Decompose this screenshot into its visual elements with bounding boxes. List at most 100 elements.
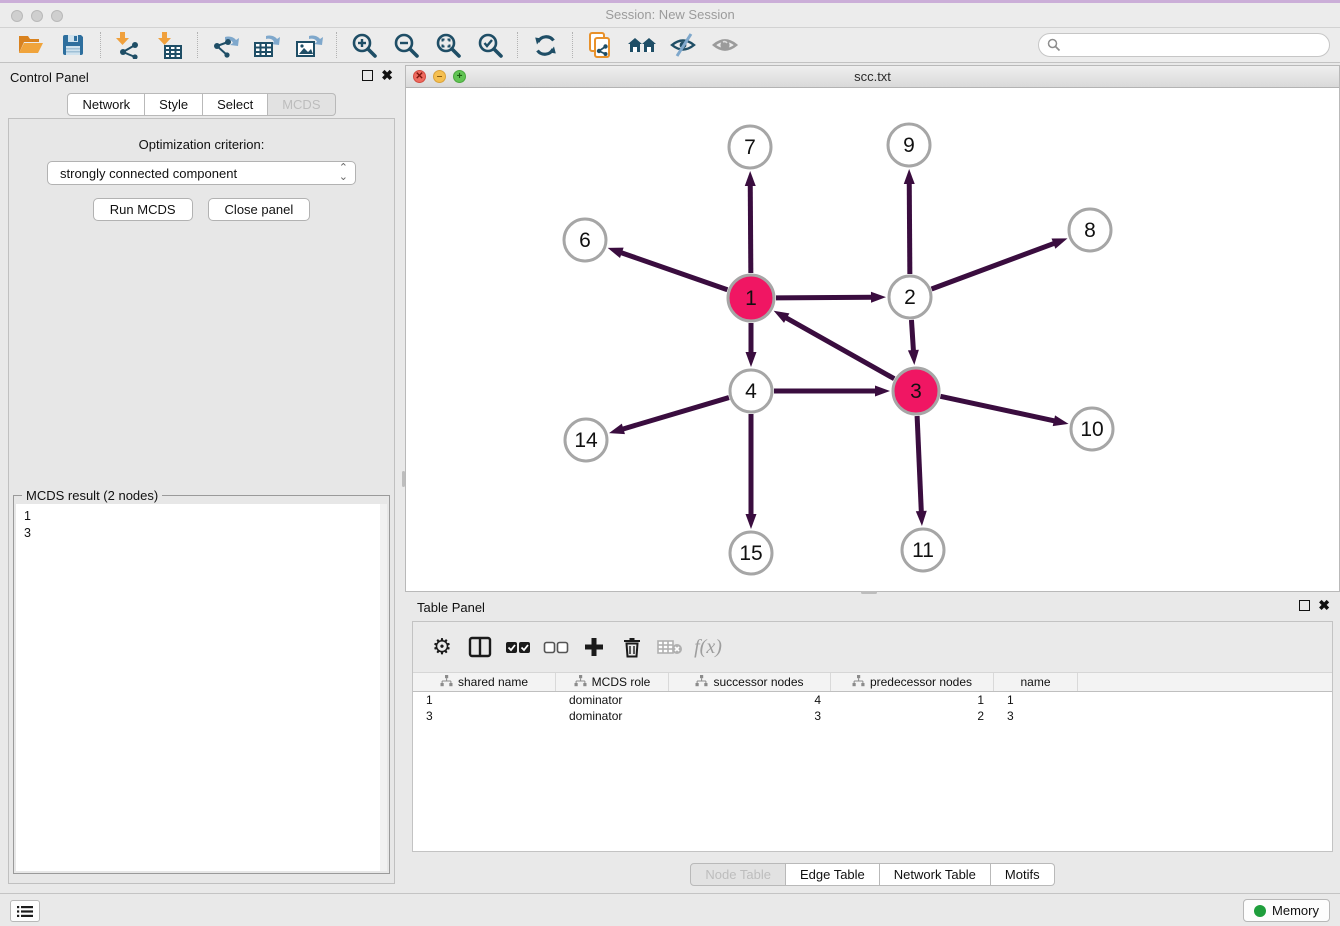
zoom-fit-icon[interactable] <box>433 31 463 59</box>
column-header-predecessor-nodes[interactable]: predecessor nodes <box>831 673 994 691</box>
column-header-successor-nodes[interactable]: successor nodes <box>669 673 831 691</box>
graph-node-11[interactable]: 11 <box>902 529 944 571</box>
graph-edge-1-4[interactable] <box>746 323 757 367</box>
table-cell: 2 <box>831 708 994 724</box>
column-header-name[interactable]: name <box>994 673 1078 691</box>
save-session-icon[interactable] <box>58 31 88 59</box>
graph-edge-1-2[interactable] <box>776 292 886 303</box>
mcds-result-textarea[interactable]: 13 <box>16 504 387 871</box>
toolbar-separator <box>517 32 518 58</box>
table-cell: 4 <box>669 692 831 708</box>
memory-button[interactable]: Memory <box>1243 899 1330 922</box>
memory-label: Memory <box>1272 903 1319 918</box>
node-table: shared nameMCDS rolesuccessor nodesprede… <box>413 672 1332 724</box>
search-input[interactable] <box>1065 38 1315 52</box>
graph-node-7[interactable]: 7 <box>729 126 771 168</box>
network-window: ✕ – + scc.txt 1 2 3 4 6 7 8 9 10 11 14 15 <box>405 65 1340 592</box>
column-header-MCDS-role[interactable]: MCDS role <box>556 673 669 691</box>
graph-node-8[interactable]: 8 <box>1069 209 1111 251</box>
graph-node-6[interactable]: 6 <box>564 219 606 261</box>
graph-edge-3-10[interactable] <box>940 396 1068 426</box>
graph-node-15[interactable]: 15 <box>730 532 772 574</box>
graph-node-3[interactable]: 3 <box>893 368 939 414</box>
graph-edge-2-9[interactable] <box>904 169 915 274</box>
list-icon <box>17 905 33 918</box>
tab-node-table[interactable]: Node Table <box>690 863 786 886</box>
graph-node-2[interactable]: 2 <box>889 276 931 318</box>
close-table-panel-icon[interactable]: ✖ <box>1318 600 1330 611</box>
graph-edge-4-15[interactable] <box>746 414 757 529</box>
export-table-icon[interactable] <box>252 31 282 59</box>
svg-text:11: 11 <box>912 539 934 562</box>
graph-edge-4-3[interactable] <box>774 386 890 397</box>
graph-edge-2-3[interactable] <box>908 320 919 365</box>
run-mcds-button[interactable]: Run MCDS <box>93 198 193 221</box>
column-header-shared-name[interactable]: shared name <box>413 673 556 691</box>
import-table-icon[interactable] <box>155 31 185 59</box>
network-canvas[interactable]: 1 2 3 4 6 7 8 9 10 11 14 15 <box>406 89 1339 591</box>
table-row[interactable]: 1dominator411 <box>413 692 1332 708</box>
export-image-icon[interactable] <box>294 31 324 59</box>
duplicate-network-icon[interactable] <box>585 31 615 59</box>
graph-node-9[interactable]: 9 <box>888 124 930 166</box>
select-all-icon[interactable] <box>503 632 533 662</box>
zoom-out-icon[interactable] <box>391 31 421 59</box>
deselect-all-icon[interactable] <box>541 632 571 662</box>
toolbar-separator <box>336 32 337 58</box>
tab-network-table[interactable]: Network Table <box>880 863 991 886</box>
dropdown-stepper-icon: ⌃⌄ <box>339 164 348 182</box>
column-label: name <box>1020 675 1050 689</box>
add-column-icon[interactable] <box>579 632 609 662</box>
graph-edge-1-6[interactable] <box>608 248 728 290</box>
tab-select[interactable]: Select <box>203 93 268 116</box>
graph-edge-1-7[interactable] <box>745 171 756 273</box>
svg-text:3: 3 <box>910 380 922 403</box>
graph-node-1[interactable]: 1 <box>728 275 774 321</box>
split-panel-icon[interactable] <box>465 632 495 662</box>
mcds-panel: Optimization criterion: strongly connect… <box>8 118 395 884</box>
criterion-dropdown[interactable]: strongly connected component ⌃⌄ <box>47 161 356 185</box>
float-table-panel-icon[interactable] <box>1299 600 1310 611</box>
zoom-selected-icon[interactable] <box>475 31 505 59</box>
tab-network[interactable]: Network <box>67 93 145 116</box>
close-panel-button[interactable]: Close panel <box>208 198 311 221</box>
search-field[interactable] <box>1038 33 1330 57</box>
graph-edge-3-11[interactable] <box>916 416 927 526</box>
close-panel-icon[interactable]: ✖ <box>381 70 393 81</box>
graph-node-10[interactable]: 10 <box>1071 408 1113 450</box>
panel-divider-grip[interactable] <box>402 471 405 487</box>
search-icon <box>1047 38 1061 52</box>
control-panel-tabs: NetworkStyleSelectMCDS <box>0 93 403 116</box>
optimization-criterion-label: Optimization criterion: <box>9 137 394 152</box>
delete-column-icon[interactable] <box>617 632 647 662</box>
column-type-icon <box>574 675 587 690</box>
task-history-button[interactable] <box>10 900 40 922</box>
open-file-icon[interactable] <box>16 31 46 59</box>
table-row[interactable]: 3dominator323 <box>413 708 1332 724</box>
tab-mcds[interactable]: MCDS <box>268 93 335 116</box>
tab-edge-table[interactable]: Edge Table <box>786 863 880 886</box>
network-window-titlebar[interactable]: ✕ – + scc.txt <box>406 66 1339 88</box>
settings-gear-icon[interactable]: ⚙ <box>427 632 457 662</box>
graph-edge-3-1[interactable] <box>774 311 895 379</box>
column-type-icon <box>695 675 708 690</box>
float-panel-icon[interactable] <box>362 70 373 81</box>
zoom-in-icon[interactable] <box>349 31 379 59</box>
graph-edge-2-8[interactable] <box>932 238 1068 289</box>
first-neighbors-icon[interactable] <box>627 31 657 59</box>
tab-motifs[interactable]: Motifs <box>991 863 1055 886</box>
graph-node-4[interactable]: 4 <box>730 370 772 412</box>
graph-node-14[interactable]: 14 <box>565 419 607 461</box>
show-all-icon[interactable] <box>711 31 741 59</box>
table-header-row[interactable]: shared nameMCDS rolesuccessor nodesprede… <box>413 672 1332 692</box>
tab-style[interactable]: Style <box>145 93 203 116</box>
graph-edge-4-14[interactable] <box>609 398 729 435</box>
table-cell: 3 <box>413 708 556 724</box>
result-scrollbar[interactable] <box>380 504 387 871</box>
import-network-icon[interactable] <box>113 31 143 59</box>
refresh-view-icon[interactable] <box>530 31 560 59</box>
hide-selected-icon[interactable] <box>669 31 699 59</box>
export-network-icon[interactable] <box>210 31 240 59</box>
panel-divider-grip[interactable] <box>861 591 877 594</box>
column-type-icon <box>440 675 453 690</box>
